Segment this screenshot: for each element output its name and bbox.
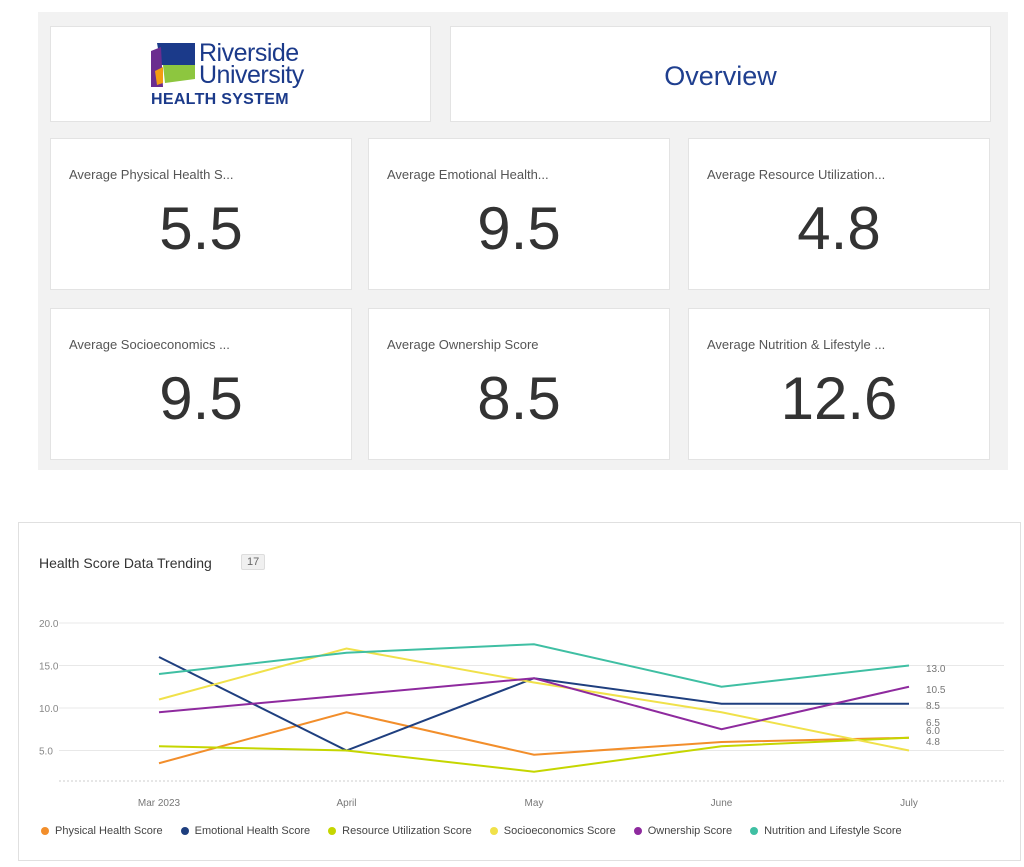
logo-text-university: University	[199, 61, 304, 89]
legend-swatch-icon	[633, 827, 642, 835]
kpi-label: Average Socioeconomics ...	[69, 337, 230, 352]
kpi-card-resource-utilization[interactable]: Average Resource Utilization... 4.8	[688, 138, 990, 290]
trend-chart-panel: Health Score Data Trending 17 20.0 15.0 10…	[18, 522, 1021, 861]
x-tick-label: May	[525, 798, 544, 809]
kpi-dashboard: Riverside University HEALTH SYSTEM Overv…	[38, 12, 1008, 470]
legend-swatch-icon	[328, 827, 337, 835]
kpi-value: 4.8	[797, 195, 881, 262]
kpi-card-emotional-health[interactable]: Average Emotional Health... 9.5	[368, 138, 670, 290]
kpi-value: 9.5	[159, 365, 243, 432]
chart-legend: Physical Health Score Emotional Health Sc…	[41, 823, 902, 839]
x-tick-label: April	[336, 798, 356, 809]
kpi-label: Average Physical Health S...	[69, 167, 234, 182]
kpi-label: Average Ownership Score	[387, 337, 539, 352]
kpi-value: 12.6	[780, 365, 898, 432]
series-line[interactable]	[158, 647, 910, 752]
end-value-label: 10.5	[926, 685, 946, 696]
legend-item[interactable]: Nutrition and Lifestyle Score	[750, 823, 902, 839]
legend-item[interactable]: Socioeconomics Score	[489, 823, 616, 839]
legend-swatch-icon	[750, 827, 759, 835]
end-value-label: 6.0	[926, 726, 940, 737]
kpi-label: Average Emotional Health...	[387, 167, 549, 182]
kpi-card-ownership[interactable]: Average Ownership Score 8.5	[368, 308, 670, 460]
legend-label: Socioeconomics Score	[503, 825, 616, 837]
x-tick-label: Mar 2023	[138, 798, 181, 809]
y-tick-label: 10.0	[39, 704, 59, 715]
riverside-logo: Riverside University HEALTH SYSTEM	[151, 41, 341, 111]
legend-label: Nutrition and Lifestyle Score	[764, 825, 902, 837]
series-line[interactable]	[158, 656, 909, 752]
legend-swatch-icon	[180, 827, 189, 835]
logo-card: Riverside University HEALTH SYSTEM	[50, 26, 431, 122]
end-value-label: 13.0	[926, 664, 946, 675]
legend-label: Ownership Score	[647, 825, 733, 837]
legend-item[interactable]: Physical Health Score	[41, 823, 163, 839]
logo-mark-icon	[151, 43, 195, 87]
kpi-card-socioeconomics[interactable]: Average Socioeconomics ... 9.5	[50, 308, 352, 460]
legend-item[interactable]: Ownership Score	[633, 823, 733, 839]
y-tick-label: 20.0	[39, 619, 59, 630]
overview-card: Overview	[450, 26, 991, 122]
series-line[interactable]	[158, 711, 910, 765]
kpi-card-nutrition-lifestyle[interactable]: Average Nutrition & Lifestyle ... 12.6	[688, 308, 990, 460]
x-tick-label: June	[711, 798, 733, 809]
legend-label: Physical Health Score	[55, 825, 163, 837]
legend-label: Resource Utilization Score	[342, 825, 472, 837]
line-chart[interactable]: 20.0 15.0 10.0 5.0 Mar 2023 April May June July 1…	[19, 523, 1020, 813]
kpi-value: 9.5	[477, 195, 561, 262]
y-tick-label: 15.0	[39, 662, 59, 673]
overview-title: Overview	[664, 61, 777, 91]
end-value-label: 4.8	[926, 737, 940, 748]
kpi-value: 8.5	[477, 365, 561, 432]
x-tick-label: July	[900, 798, 918, 809]
legend-swatch-icon	[489, 827, 498, 835]
legend-item[interactable]: Resource Utilization Score	[328, 823, 472, 839]
y-tick-label: 5.0	[39, 747, 53, 758]
end-value-label: 8.5	[926, 701, 940, 712]
logo-text-health-system: HEALTH SYSTEM	[151, 91, 289, 108]
legend-label: Emotional Health Score	[194, 825, 311, 837]
legend-swatch-icon	[41, 827, 49, 835]
legend-item[interactable]: Emotional Health Score	[180, 823, 311, 839]
kpi-value: 5.5	[159, 195, 243, 262]
kpi-label: Average Nutrition & Lifestyle ...	[707, 337, 886, 352]
kpi-card-physical-health[interactable]: Average Physical Health S... 5.5	[50, 138, 352, 290]
kpi-label: Average Resource Utilization...	[707, 167, 886, 182]
